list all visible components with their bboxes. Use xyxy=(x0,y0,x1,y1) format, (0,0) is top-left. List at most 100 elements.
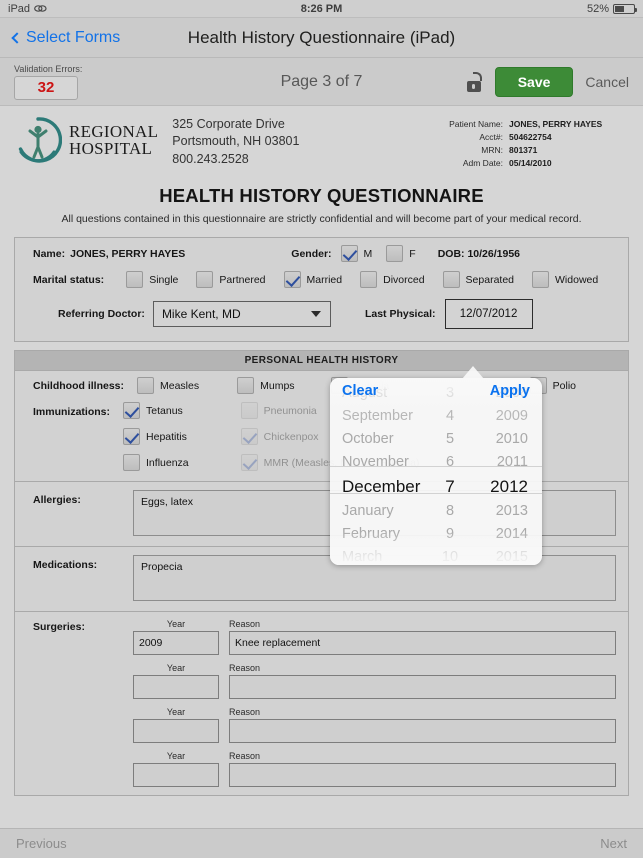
immun-option-label: Pneumonia xyxy=(263,404,317,417)
marital-single-checkbox[interactable]: Single xyxy=(126,271,178,288)
battery-icon xyxy=(613,3,637,14)
toolbar-actions: Save Cancel xyxy=(466,66,629,97)
name-gender-dob-row: Name: JONES, PERRY HAYES Gender: M F DOB… xyxy=(15,238,628,269)
year-option[interactable]: 2009 xyxy=(470,405,528,428)
immun-hepatitis-checkbox[interactable]: Hepatitis xyxy=(123,428,189,445)
marital-option-label: Single xyxy=(149,273,179,286)
surgery-reason-input[interactable] xyxy=(229,675,616,699)
checkbox-icon xyxy=(340,245,358,262)
surgery-reason-input[interactable] xyxy=(229,763,616,787)
childhood-mumps-checkbox[interactable]: Mumps xyxy=(237,377,295,394)
clear-date-button[interactable]: Clear xyxy=(342,383,378,399)
surgery-year-input[interactable] xyxy=(133,763,219,787)
reason-header: Reason xyxy=(229,751,261,761)
checkbox-icon xyxy=(123,402,141,419)
gender-male-checkbox[interactable]: M xyxy=(340,245,372,262)
month-option[interactable]: September xyxy=(342,405,430,428)
adm-date-label: Adm Date: xyxy=(462,158,503,168)
chevron-left-icon xyxy=(11,32,23,44)
day-option-selected[interactable]: 7 xyxy=(430,474,470,500)
adm-date-value: 05/14/2010 xyxy=(509,158,552,168)
month-option[interactable]: January xyxy=(342,500,430,523)
validation-errors-label: Validation Errors: xyxy=(14,63,83,74)
marital-option-label: Divorced xyxy=(383,273,425,286)
form-sheet: REGIONAL HOSPITAL 325 Corporate Drive Po… xyxy=(0,106,643,828)
year-option[interactable]: 2013 xyxy=(470,500,528,523)
surgery-row-headers: Year Reason xyxy=(133,751,616,761)
marital-separated-checkbox[interactable]: Separated xyxy=(442,271,515,288)
childhood-measles-checkbox[interactable]: Measles xyxy=(137,377,199,394)
immun-influenza-checkbox[interactable]: Influenza xyxy=(123,454,189,471)
day-wheel[interactable]: 3 4 5 6 7 8 9 10 11 xyxy=(430,382,470,565)
year-option[interactable]: 2010 xyxy=(470,428,528,451)
referring-doctor-row: Referring Doctor: Mike Kent, MD Last Phy… xyxy=(15,295,628,341)
device-label: iPad xyxy=(8,2,31,15)
address-line-1: 325 Corporate Drive xyxy=(172,117,285,131)
back-label: Select Forms xyxy=(26,28,121,46)
unlocked-padlock-icon[interactable] xyxy=(466,71,483,92)
checkbox-icon xyxy=(237,377,255,394)
checkbox-icon xyxy=(283,271,301,288)
reason-header: Reason xyxy=(229,619,261,629)
marital-partnered-checkbox[interactable]: Partnered xyxy=(196,271,266,288)
surgery-year-input[interactable] xyxy=(133,719,219,743)
childhood-option-label: Mumps xyxy=(260,379,295,392)
date-picker-popover[interactable]: Clear Apply August September October Nov… xyxy=(330,378,542,565)
month-option[interactable]: February xyxy=(342,523,430,546)
surgeries-list: Year Reason 2009 Knee replacement Year R… xyxy=(133,619,616,787)
referring-doctor-select[interactable]: Mike Kent, MD xyxy=(152,301,331,327)
marital-widowed-checkbox[interactable]: Widowed xyxy=(532,271,598,288)
marital-divorced-checkbox[interactable]: Divorced xyxy=(360,271,425,288)
navigation-bar: Select Forms Health History Questionnair… xyxy=(0,18,643,58)
ipad-form-screen: iPad 8:26 PM 52% Select Forms Health His… xyxy=(0,0,643,858)
surgery-year-input[interactable] xyxy=(133,675,219,699)
surgery-reason-input[interactable]: Knee replacement xyxy=(229,631,616,655)
last-physical-date-input[interactable]: 12/07/2012 xyxy=(444,299,533,329)
previous-page-button[interactable]: Previous xyxy=(16,836,67,851)
last-physical-label: Last Physical: xyxy=(364,308,436,320)
surgery-reason-input[interactable] xyxy=(229,719,616,743)
allergies-label: Allergies: xyxy=(33,494,81,506)
status-right: 52% xyxy=(587,3,637,15)
gender-female-checkbox[interactable]: F xyxy=(386,245,416,262)
back-to-select-forms-button[interactable]: Select Forms xyxy=(11,28,121,47)
year-option[interactable]: 2011 xyxy=(470,451,528,474)
surgeries-panel: Surgeries: Year Reason 2009 Knee replace… xyxy=(14,611,629,796)
year-option[interactable]: 2014 xyxy=(470,523,528,546)
account-value: 504622754 xyxy=(509,132,552,142)
surgery-year-input[interactable]: 2009 xyxy=(133,631,219,655)
year-option[interactable]: 2015 xyxy=(470,546,528,565)
day-option[interactable]: 9 xyxy=(430,523,470,546)
next-page-button[interactable]: Next xyxy=(600,836,627,851)
month-option[interactable]: October xyxy=(342,428,430,451)
day-option[interactable]: 4 xyxy=(430,405,470,428)
day-option[interactable]: 10 xyxy=(430,546,470,565)
save-button[interactable]: Save xyxy=(494,66,574,97)
month-wheel[interactable]: August September October November Decemb… xyxy=(330,382,430,565)
patient-name-value: JONES, PERRY HAYES xyxy=(509,119,603,129)
immun-option-label: Hepatitis xyxy=(146,430,187,443)
date-picker-wheels: August September October November Decemb… xyxy=(330,378,542,565)
patient-name-label: Patient Name: xyxy=(449,119,503,129)
month-option[interactable]: November xyxy=(342,451,430,474)
month-option[interactable]: March xyxy=(342,546,430,565)
logo-line-1: REGIONAL xyxy=(69,122,159,141)
validation-errors-count[interactable]: 32 xyxy=(14,75,78,100)
month-option-selected[interactable]: December xyxy=(342,474,430,500)
day-option[interactable]: 8 xyxy=(430,500,470,523)
year-option-selected[interactable]: 2012 xyxy=(470,474,528,500)
table-row xyxy=(133,719,616,743)
immun-tetanus-checkbox[interactable]: Tetanus xyxy=(123,402,189,419)
cancel-button[interactable]: Cancel xyxy=(585,74,629,90)
day-option[interactable]: 6 xyxy=(430,451,470,474)
name-label: Name: xyxy=(33,247,66,260)
year-wheel[interactable]: 2008 2009 2010 2011 2012 2013 2014 2015 … xyxy=(470,382,540,565)
day-option[interactable]: 5 xyxy=(430,428,470,451)
surgeries-label: Surgeries: xyxy=(33,621,85,633)
table-row: 2009 Knee replacement xyxy=(133,631,616,655)
surgeries-row: Surgeries: Year Reason 2009 Knee replace… xyxy=(15,612,628,795)
marital-married-checkbox[interactable]: Married xyxy=(283,271,342,288)
apply-date-button[interactable]: Apply xyxy=(490,383,530,399)
marital-option-label: Separated xyxy=(465,273,515,286)
mrn-value: 801371 xyxy=(509,145,538,155)
